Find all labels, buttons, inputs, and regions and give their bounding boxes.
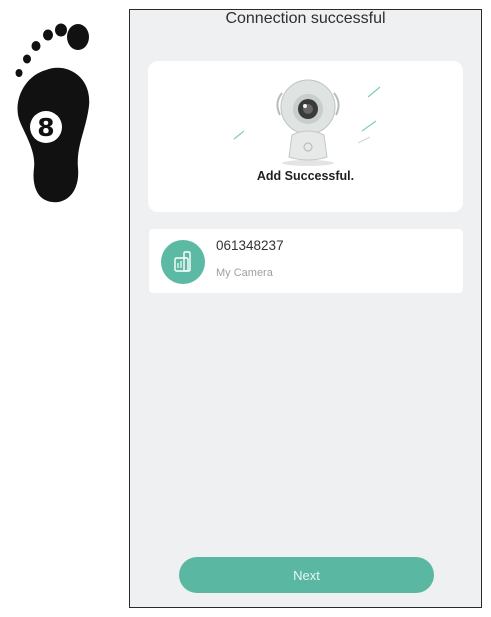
screen-title: Connection successful — [225, 10, 386, 27]
next-button[interactable]: Next — [179, 557, 434, 593]
camera-robot-illustration — [233, 79, 381, 166]
device-id: 061348237 — [216, 238, 284, 253]
device-list-item[interactable]: 061348237 My Camera — [149, 229, 463, 293]
step-number: 8 — [30, 111, 62, 143]
success-card: Add Successful. — [148, 61, 463, 212]
success-message: Add Successful. — [256, 169, 355, 183]
camera-device-icon — [161, 240, 205, 284]
device-name: My Camera — [216, 267, 273, 279]
phone-screen: Connection successful Add Successful. 06… — [129, 9, 482, 608]
step-footprint-marker: 8 — [6, 18, 98, 208]
